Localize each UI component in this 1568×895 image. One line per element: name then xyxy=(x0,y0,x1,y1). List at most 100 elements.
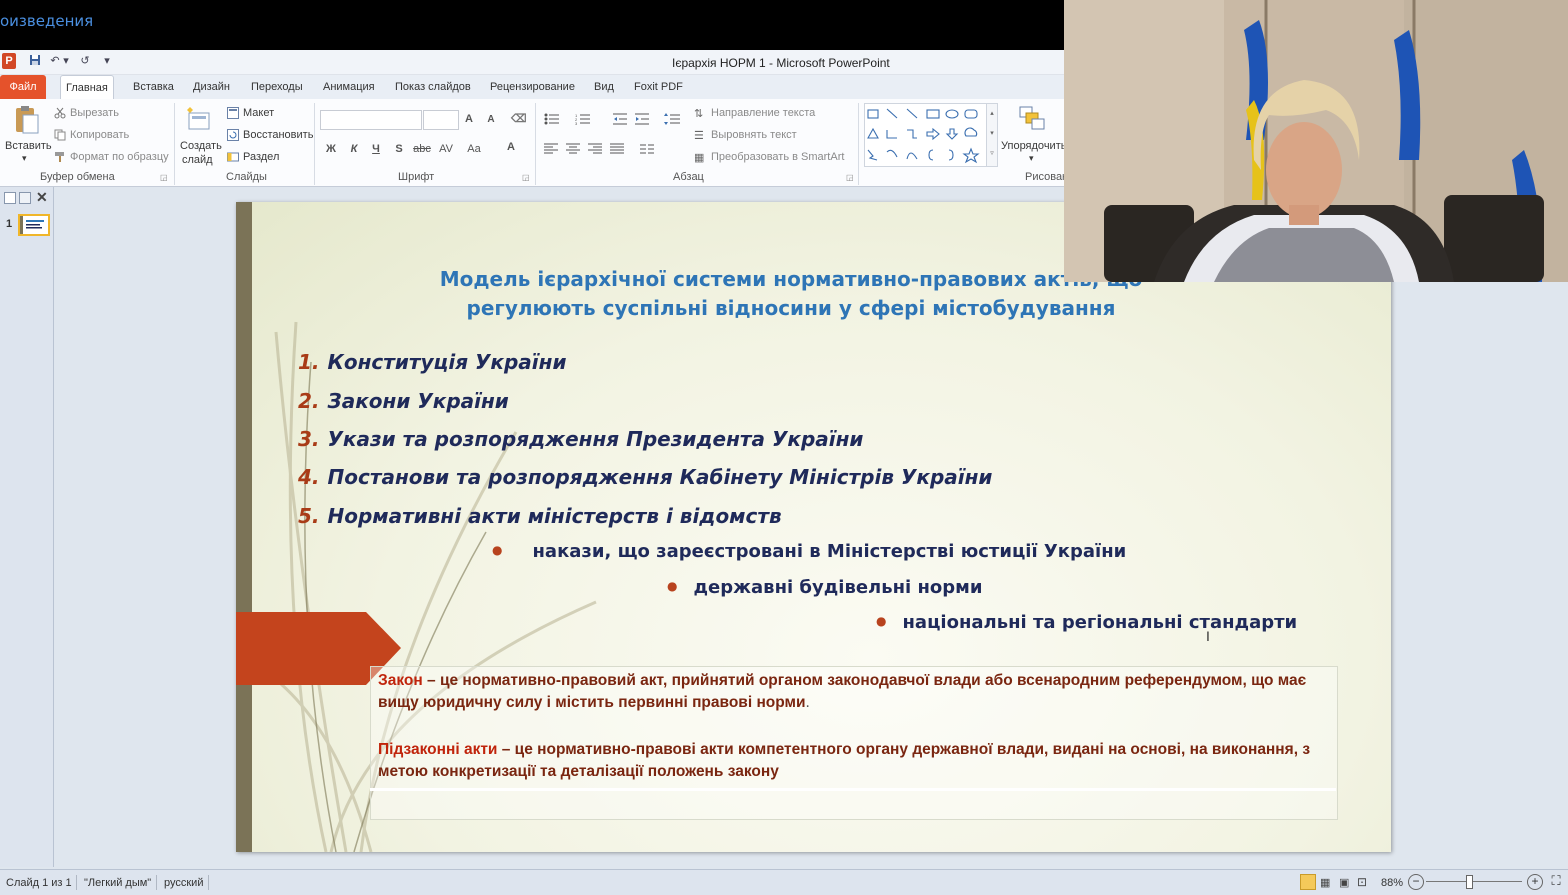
new-slide-icon[interactable] xyxy=(186,105,212,135)
new-slide-button-line1[interactable]: Создать xyxy=(180,140,222,152)
slide-sorter-icon[interactable]: ▦ xyxy=(1320,876,1330,889)
tab-home[interactable]: Главная xyxy=(60,75,114,100)
smartart-icon[interactable]: ▦ xyxy=(694,151,704,164)
arrange-button[interactable]: Упорядочить xyxy=(1001,140,1066,152)
decrease-indent-icon[interactable] xyxy=(613,113,627,128)
tab-foxit-pdf[interactable]: Foxit PDF xyxy=(629,75,688,99)
undo-icon[interactable]: ↶ xyxy=(48,54,62,68)
character-spacing-button[interactable]: AV xyxy=(437,143,455,155)
font-family-combo[interactable] xyxy=(320,110,422,130)
font-size-combo[interactable] xyxy=(423,110,459,130)
arrange-icon[interactable] xyxy=(1018,105,1046,133)
tab-insert[interactable]: Вставка xyxy=(128,75,179,99)
bullet-item[interactable]: ● накази, що зареєстровані в Міністерстві… xyxy=(492,541,1126,562)
align-right-icon[interactable] xyxy=(588,143,602,158)
tab-file[interactable]: Файл xyxy=(0,75,46,99)
shapes-gallery-scroll[interactable]: ▴ ▾ ▿ xyxy=(986,103,998,167)
italic-button[interactable]: К xyxy=(347,143,361,155)
language-indicator[interactable]: русский xyxy=(164,877,203,889)
status-separator xyxy=(208,875,209,890)
underline-button[interactable]: Ч xyxy=(369,143,383,155)
slide[interactable]: Модель ієрархічної системи нормативно-пр… xyxy=(236,202,1391,852)
shadow-button[interactable]: S xyxy=(392,143,406,155)
tab-animations[interactable]: Анимация xyxy=(318,75,380,99)
arrange-dropdown-icon[interactable]: ▾ xyxy=(1029,153,1034,164)
bullet-text: накази, що зареєстровані в Міністерстві … xyxy=(532,541,1127,562)
theme-name[interactable]: "Легкий дым" xyxy=(84,877,151,889)
list-item[interactable]: 2. Закони України xyxy=(298,389,509,413)
normal-view-icon[interactable] xyxy=(1300,874,1316,890)
text-direction-icon[interactable]: ⇅ xyxy=(694,107,703,120)
change-case-button[interactable]: Aa xyxy=(465,143,483,155)
section-button[interactable]: Раздел xyxy=(243,151,279,163)
text-direction-button[interactable]: Направление текста xyxy=(711,107,815,119)
grow-font-icon[interactable]: A xyxy=(462,113,476,125)
columns-icon[interactable] xyxy=(640,143,654,158)
cut-button[interactable]: Вырезать xyxy=(70,107,119,119)
close-pane-icon[interactable]: ✕ xyxy=(36,189,48,206)
slideshow-view-icon[interactable]: ⊡ xyxy=(1357,875,1367,889)
list-item[interactable]: 4. Постанови та розпорядження Кабінету Мі… xyxy=(298,465,992,489)
outline-tab-icon[interactable] xyxy=(19,192,31,204)
list-item[interactable]: 3. Укази та розпорядження Президента Укра… xyxy=(298,427,863,451)
align-left-icon[interactable] xyxy=(544,143,558,158)
reset-button[interactable]: Восстановить xyxy=(243,129,313,141)
scissors-icon[interactable] xyxy=(54,107,66,122)
tab-slideshow[interactable]: Показ слайдов xyxy=(390,75,476,99)
align-text-button[interactable]: Выровнять текст xyxy=(711,129,797,141)
strikethrough-button[interactable]: abc xyxy=(411,143,433,155)
paste-icon[interactable] xyxy=(12,105,40,137)
paste-button[interactable]: Вставить xyxy=(5,140,52,152)
list-item-number: 2. xyxy=(298,389,320,413)
font-color-button[interactable]: A xyxy=(504,141,518,153)
align-text-icon[interactable]: ☰ xyxy=(694,129,704,142)
tab-review[interactable]: Рецензирование xyxy=(485,75,580,99)
bullet-item[interactable]: ● державні будівельні норми xyxy=(667,577,983,598)
redo-icon[interactable]: ↺ xyxy=(78,54,92,68)
copy-icon[interactable] xyxy=(54,129,66,144)
zoom-level[interactable]: 88% xyxy=(1381,877,1403,889)
align-center-icon[interactable] xyxy=(566,143,580,158)
reading-view-icon[interactable]: ▣ xyxy=(1339,876,1349,889)
new-slide-button-line2[interactable]: слайд xyxy=(182,154,213,166)
clear-formatting-icon[interactable]: ⌫ xyxy=(511,112,527,125)
shapes-gallery[interactable] xyxy=(864,103,988,167)
paste-dropdown-icon[interactable]: ▾ xyxy=(22,153,27,164)
layout-icon[interactable] xyxy=(227,107,239,122)
bullets-icon[interactable] xyxy=(544,113,560,128)
customize-toolbar-icon[interactable]: ▾ xyxy=(100,54,114,68)
zoom-out-button[interactable]: − xyxy=(1408,874,1424,890)
zoom-in-button[interactable]: + xyxy=(1527,874,1543,890)
font-launcher-icon[interactable]: ◲ xyxy=(522,173,530,182)
justify-icon[interactable] xyxy=(610,143,624,158)
bullet-item[interactable]: ● національні та регіональні стандарти xyxy=(876,612,1297,633)
powerpoint-logo-icon[interactable]: P xyxy=(2,53,16,69)
format-painter-icon[interactable] xyxy=(54,151,66,166)
copy-button[interactable]: Копировать xyxy=(70,129,129,141)
undo-dropdown-icon[interactable]: ▾ xyxy=(62,54,70,68)
group-label-clipboard: Буфер обмена xyxy=(40,171,115,183)
list-item[interactable]: 5. Нормативні акти міністерств і відомств xyxy=(298,504,782,528)
slide-thumbnail[interactable] xyxy=(18,214,50,236)
tab-design[interactable]: Дизайн xyxy=(188,75,235,99)
slides-tab-icon[interactable] xyxy=(4,192,16,204)
tab-transitions[interactable]: Переходы xyxy=(246,75,308,99)
list-item[interactable]: 1. Конституція України xyxy=(298,350,567,374)
zoom-slider-thumb[interactable] xyxy=(1466,875,1473,889)
bold-button[interactable]: Ж xyxy=(324,143,338,155)
increase-indent-icon[interactable] xyxy=(635,113,649,128)
convert-to-smartart-button[interactable]: Преобразовать в SmartArt xyxy=(711,151,844,163)
numbering-icon[interactable]: 123 xyxy=(575,113,591,128)
clipboard-launcher-icon[interactable]: ◲ xyxy=(160,173,168,182)
save-icon[interactable] xyxy=(28,54,42,68)
shrink-font-icon[interactable]: A xyxy=(484,114,498,125)
tab-view[interactable]: Вид xyxy=(589,75,619,99)
line-spacing-icon[interactable] xyxy=(664,113,680,128)
section-icon[interactable] xyxy=(227,151,239,166)
paragraph-launcher-icon[interactable]: ◲ xyxy=(846,173,854,182)
zoom-slider-track[interactable] xyxy=(1426,881,1522,882)
format-painter-button[interactable]: Формат по образцу xyxy=(70,151,169,163)
layout-button[interactable]: Макет xyxy=(243,107,274,119)
reset-icon[interactable] xyxy=(227,129,239,144)
fit-to-window-icon[interactable]: ⛶ xyxy=(1548,873,1564,889)
